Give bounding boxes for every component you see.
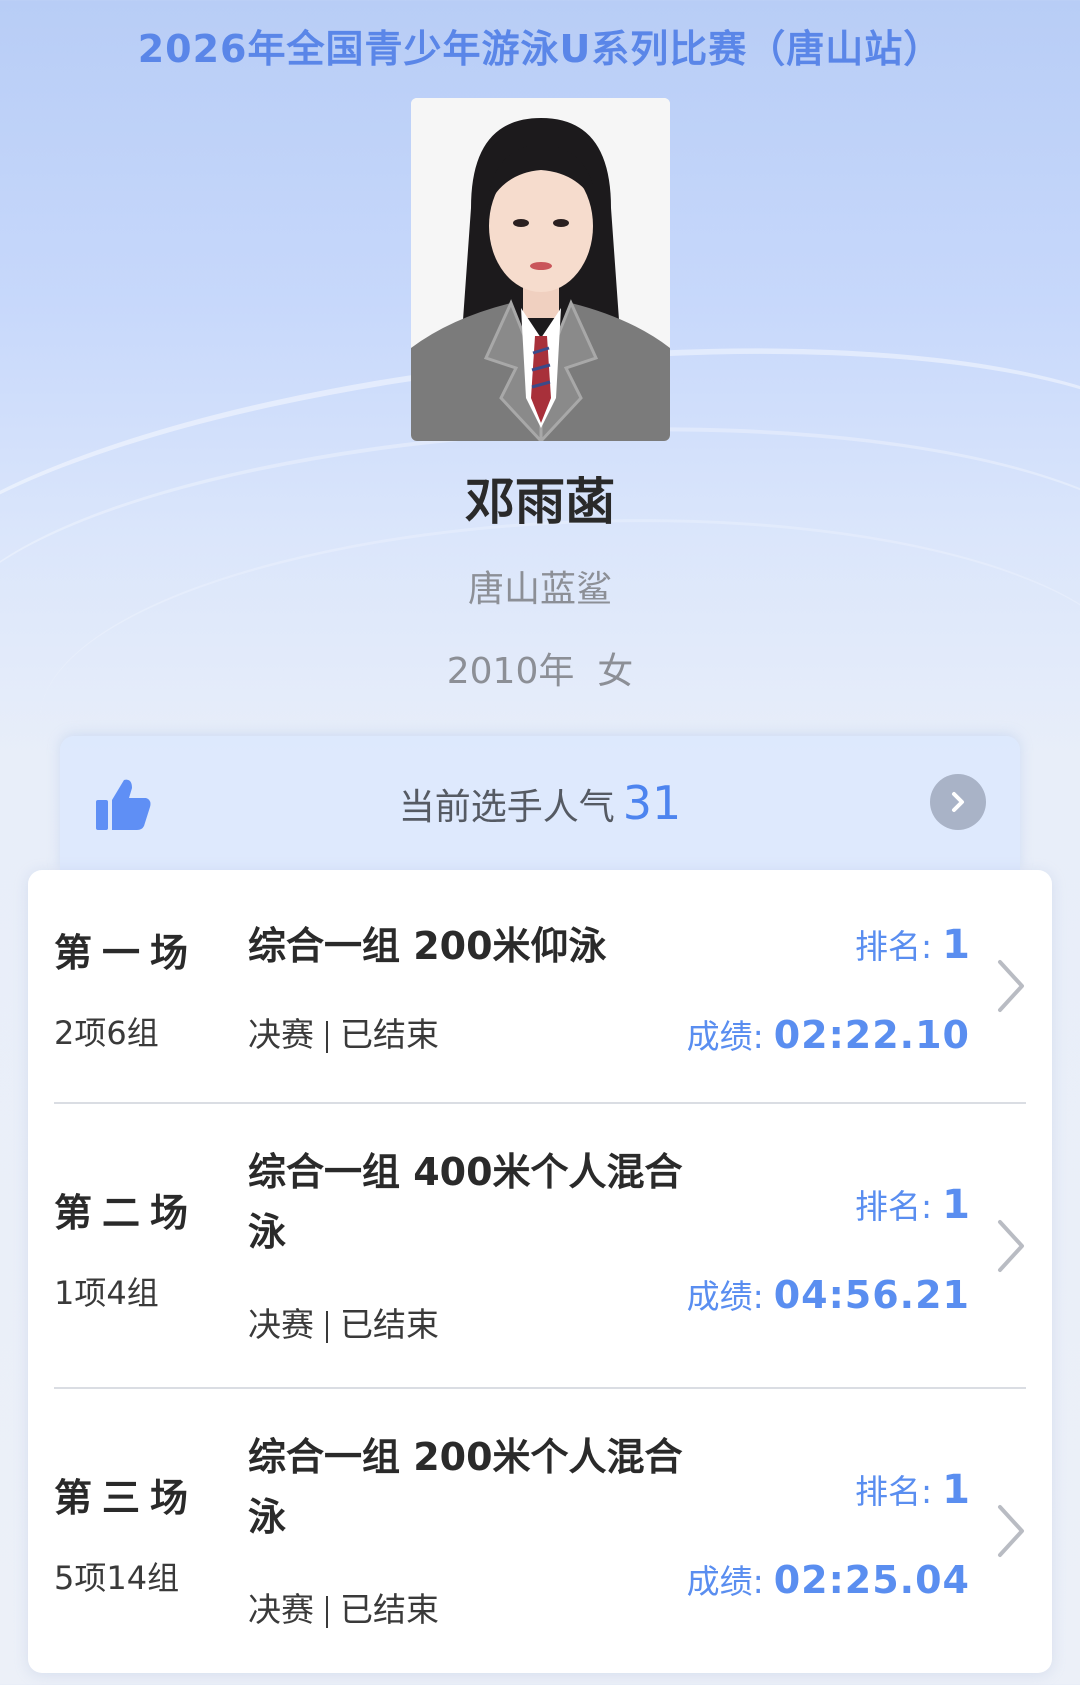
rank-value: 1: [942, 922, 970, 968]
session-rank: 排名: 1: [855, 1465, 970, 1513]
chevron-right-icon[interactable]: [994, 1501, 1028, 1561]
session-score: 成绩: 02:22.10: [687, 1010, 970, 1058]
session-score: 成绩: 02:25.04: [687, 1555, 970, 1603]
rank-value: 1: [942, 1182, 970, 1228]
popularity-text: 当前选手人气 31: [60, 776, 1020, 830]
session-group: 2项6组: [54, 1014, 159, 1052]
divider-bar: [326, 1020, 328, 1053]
page-title: 2026年全国青少年游泳U系列比赛（唐山站）: [137, 27, 943, 71]
athlete-birth-gender: 2010年 女: [446, 651, 634, 692]
score-value: 02:22.10: [773, 1013, 970, 1057]
score-label: 成绩:: [686, 1277, 764, 1316]
popularity-count: 31: [622, 776, 682, 830]
score-label: 成绩:: [686, 1562, 764, 1601]
rank-label: 排名:: [855, 927, 933, 966]
session-title: 第三场: [54, 1476, 199, 1520]
session-state: 已结束: [340, 1015, 439, 1054]
score-value: 04:56.21: [773, 1273, 970, 1317]
session-rank: 排名: 1: [855, 1180, 970, 1228]
rank-label: 排名:: [855, 1187, 933, 1226]
chevron-right-icon[interactable]: [994, 1216, 1028, 1276]
session-event: 综合一组 200米个人混合泳: [248, 1435, 683, 1539]
athlete-team: 唐山蓝鲨: [467, 569, 612, 610]
session-stage: 决赛: [248, 1305, 314, 1344]
chevron-right-icon[interactable]: [994, 956, 1028, 1016]
rank-label: 排名:: [855, 1472, 933, 1511]
session-score: 成绩: 04:56.21: [687, 1270, 970, 1318]
session-title: 第一场: [54, 931, 199, 975]
athlete-photo: [411, 98, 670, 441]
divider-bar: [326, 1595, 328, 1628]
session-item[interactable]: 第三场 5项14组 综合一组 200米个人混合泳 决赛 已结束 排名: 1 成绩: 0…: [28, 1389, 1052, 1673]
score-value: 02:25.04: [773, 1558, 970, 1602]
divider-bar: [326, 1310, 328, 1343]
session-event: 综合一组 200米仰泳: [248, 924, 607, 968]
score-label: 成绩:: [686, 1017, 764, 1056]
session-group: 1项4组: [54, 1274, 159, 1312]
session-list: 第一场 2项6组 综合一组 200米仰泳 决赛 已结束 排名: 1 成绩: 02:22…: [28, 870, 1052, 1673]
popularity-bar[interactable]: 当前选手人气 31: [60, 736, 1020, 870]
session-state: 已结束: [340, 1305, 439, 1344]
popularity-label: 当前选手人气: [398, 787, 615, 828]
session-status: 决赛 已结束: [248, 1298, 439, 1346]
session-rank: 排名: 1: [855, 920, 970, 968]
session-title: 第二场: [54, 1191, 199, 1235]
athlete-name: 邓雨菡: [465, 473, 615, 531]
rank-value: 1: [942, 1467, 970, 1513]
session-event: 综合一组 400米个人混合泳: [248, 1150, 683, 1254]
session-stage: 决赛: [248, 1590, 314, 1629]
session-status: 决赛 已结束: [248, 1583, 439, 1631]
session-item[interactable]: 第一场 2项6组 综合一组 200米仰泳 决赛 已结束 排名: 1 成绩: 02:22…: [28, 870, 1052, 1104]
session-status: 决赛 已结束: [248, 1008, 439, 1056]
session-group: 5项14组: [54, 1559, 180, 1597]
session-state: 已结束: [340, 1590, 439, 1629]
session-stage: 决赛: [248, 1015, 314, 1054]
session-item[interactable]: 第二场 1项4组 综合一组 400米个人混合泳 决赛 已结束 排名: 1 成绩: 04…: [28, 1104, 1052, 1389]
chevron-right-circle-icon[interactable]: [930, 774, 986, 830]
